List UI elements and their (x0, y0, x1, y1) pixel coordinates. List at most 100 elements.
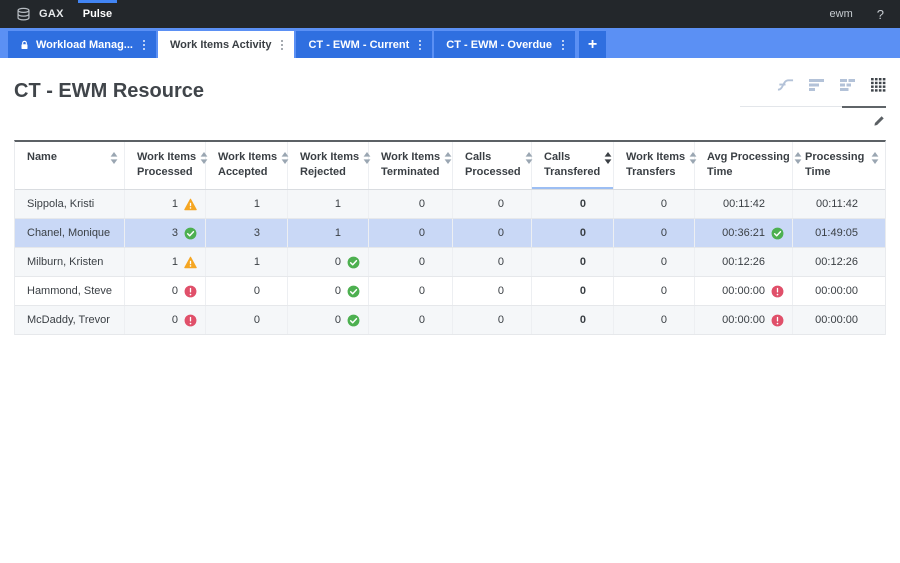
cell-value: 0 (254, 285, 260, 297)
value-cell: 1 (288, 190, 369, 218)
column-header-work-items-transfers[interactable]: Work ItemsTransfers (614, 142, 695, 189)
tab-ct-ewm-current[interactable]: CT - EWM - Current (296, 31, 432, 58)
cell-value: McDaddy, Trevor (27, 314, 110, 326)
value-cell: 0 (453, 306, 532, 334)
cell-value: 0 (419, 227, 425, 239)
value-cell: 0 (369, 190, 453, 218)
user-menu[interactable]: ewm (830, 8, 853, 20)
warning-icon (183, 255, 197, 269)
value-cell: 1 (288, 219, 369, 247)
add-tab-button[interactable]: + (579, 31, 606, 58)
icon-slot-empty (770, 197, 784, 211)
edit-button[interactable] (873, 114, 886, 132)
agent-name-cell: Sippola, Kristi (15, 190, 125, 218)
cell-value: 00:11:42 (723, 198, 765, 210)
column-header-calls-transfered[interactable]: CallsTransfered (532, 142, 614, 189)
value-cell: 0 (614, 306, 695, 334)
tab-menu-icon[interactable] (416, 38, 424, 52)
column-label: Calls (544, 150, 600, 165)
cell-value: 3 (172, 227, 178, 239)
value-cell: 0 (532, 190, 614, 218)
icon-slot-empty (265, 313, 279, 327)
column-header-work-items-accepted[interactable]: Work ItemsAccepted (206, 142, 288, 189)
stacked-bar-chart-icon (840, 78, 856, 97)
icon-slot-empty (863, 226, 877, 240)
table-row[interactable]: Chanel, Monique331000000:36:2101:49:05 (15, 219, 885, 248)
icon-slot-empty (863, 255, 877, 269)
table-row[interactable]: Sippola, Kristi111000000:11:4200:11:42 (15, 190, 885, 219)
icon-slot-empty (430, 197, 444, 211)
column-header-work-items-terminated[interactable]: Work ItemsTerminated (369, 142, 453, 189)
column-header-name[interactable]: Name (15, 142, 125, 189)
value-cell: 3 (125, 219, 206, 247)
help-icon[interactable]: ? (877, 7, 884, 22)
column-header-calls-processed[interactable]: CallsProcessed (453, 142, 532, 189)
top-bar: GAX Pulse ewm ? (0, 0, 900, 28)
column-header-work-items-processed[interactable]: Work ItemsProcessed (125, 142, 206, 189)
cell-value: 1 (335, 198, 341, 210)
icon-slot-empty (265, 226, 279, 240)
value-cell: 0 (532, 219, 614, 247)
value-cell: 00:12:26 (793, 248, 885, 276)
view-stacked-bar-chart-button[interactable] (840, 78, 856, 97)
spline-chart-icon (777, 78, 794, 97)
column-label: Name (27, 150, 57, 165)
sort-icon (444, 150, 452, 184)
agent-name-cell: Milburn, Kristen (15, 248, 125, 276)
cell-value: 00:11:42 (816, 198, 858, 210)
value-cell: 0 (369, 248, 453, 276)
column-label: Accepted (218, 165, 277, 180)
table-row[interactable]: Milburn, Kristen110000000:12:2600:12:26 (15, 248, 885, 277)
column-header-avg-processing-time[interactable]: Avg ProcessingTime (695, 142, 793, 189)
icon-slot-empty (430, 313, 444, 327)
value-cell: 0 (206, 277, 288, 305)
cell-value: 1 (254, 256, 260, 268)
column-header-processing-time[interactable]: ProcessingTime (793, 142, 885, 189)
resource-table: NameWork ItemsProcessedWork ItemsAccepte… (14, 140, 886, 335)
column-label: Calls (465, 150, 521, 165)
tab-menu-icon[interactable] (140, 38, 148, 52)
column-label: Processed (465, 165, 521, 180)
cell-value: 0 (335, 314, 341, 326)
icon-slot-empty (672, 226, 686, 240)
tab-workload-manag[interactable]: Workload Manag... (8, 31, 156, 58)
table-row[interactable]: Hammond, Steve000000000:00:0000:00:00 (15, 277, 885, 306)
check-icon (770, 226, 784, 240)
column-label: Work Items (137, 150, 196, 165)
gax-menu[interactable]: GAX (16, 7, 64, 22)
error-icon (770, 284, 784, 298)
column-header-work-items-rejected[interactable]: Work ItemsRejected (288, 142, 369, 189)
view-spline-chart-button[interactable] (777, 78, 794, 97)
cell-value: 0 (498, 285, 504, 297)
icon-slot-empty (591, 313, 605, 327)
tab-work-items-activity[interactable]: Work Items Activity (158, 31, 294, 58)
sort-icon (110, 150, 118, 184)
tab-menu-icon[interactable] (278, 38, 286, 52)
icon-slot-empty (672, 313, 686, 327)
icon-slot-empty (509, 226, 523, 240)
column-label: Work Items (218, 150, 277, 165)
cell-value: 1 (254, 198, 260, 210)
icon-slot-empty (509, 313, 523, 327)
icon-slot-empty (430, 255, 444, 269)
value-cell: 00:36:21 (695, 219, 793, 247)
icon-slot-empty (346, 197, 360, 211)
table-row[interactable]: McDaddy, Trevor000000000:00:0000:00:00 (15, 306, 885, 335)
view-toolbar (740, 72, 886, 132)
value-cell: 00:12:26 (695, 248, 793, 276)
tab-ct-ewm-overdue[interactable]: CT - EWM - Overdue (434, 31, 575, 58)
view-bar-chart-button[interactable] (809, 78, 825, 97)
value-cell: 0 (288, 248, 369, 276)
tab-label: CT - EWM - Current (308, 39, 409, 51)
page-title: CT - EWM Resource (14, 80, 204, 103)
nav-item-pulse[interactable]: Pulse (80, 0, 115, 28)
cell-value: 0 (335, 285, 341, 297)
pencil-icon (873, 114, 886, 132)
cell-value: 0 (172, 285, 178, 297)
view-grid-button[interactable] (871, 78, 886, 97)
agent-name-cell: Chanel, Monique (15, 219, 125, 247)
cell-value: 1 (172, 198, 178, 210)
check-icon (346, 255, 360, 269)
tab-menu-icon[interactable] (559, 38, 567, 52)
agent-name-cell: Hammond, Steve (15, 277, 125, 305)
